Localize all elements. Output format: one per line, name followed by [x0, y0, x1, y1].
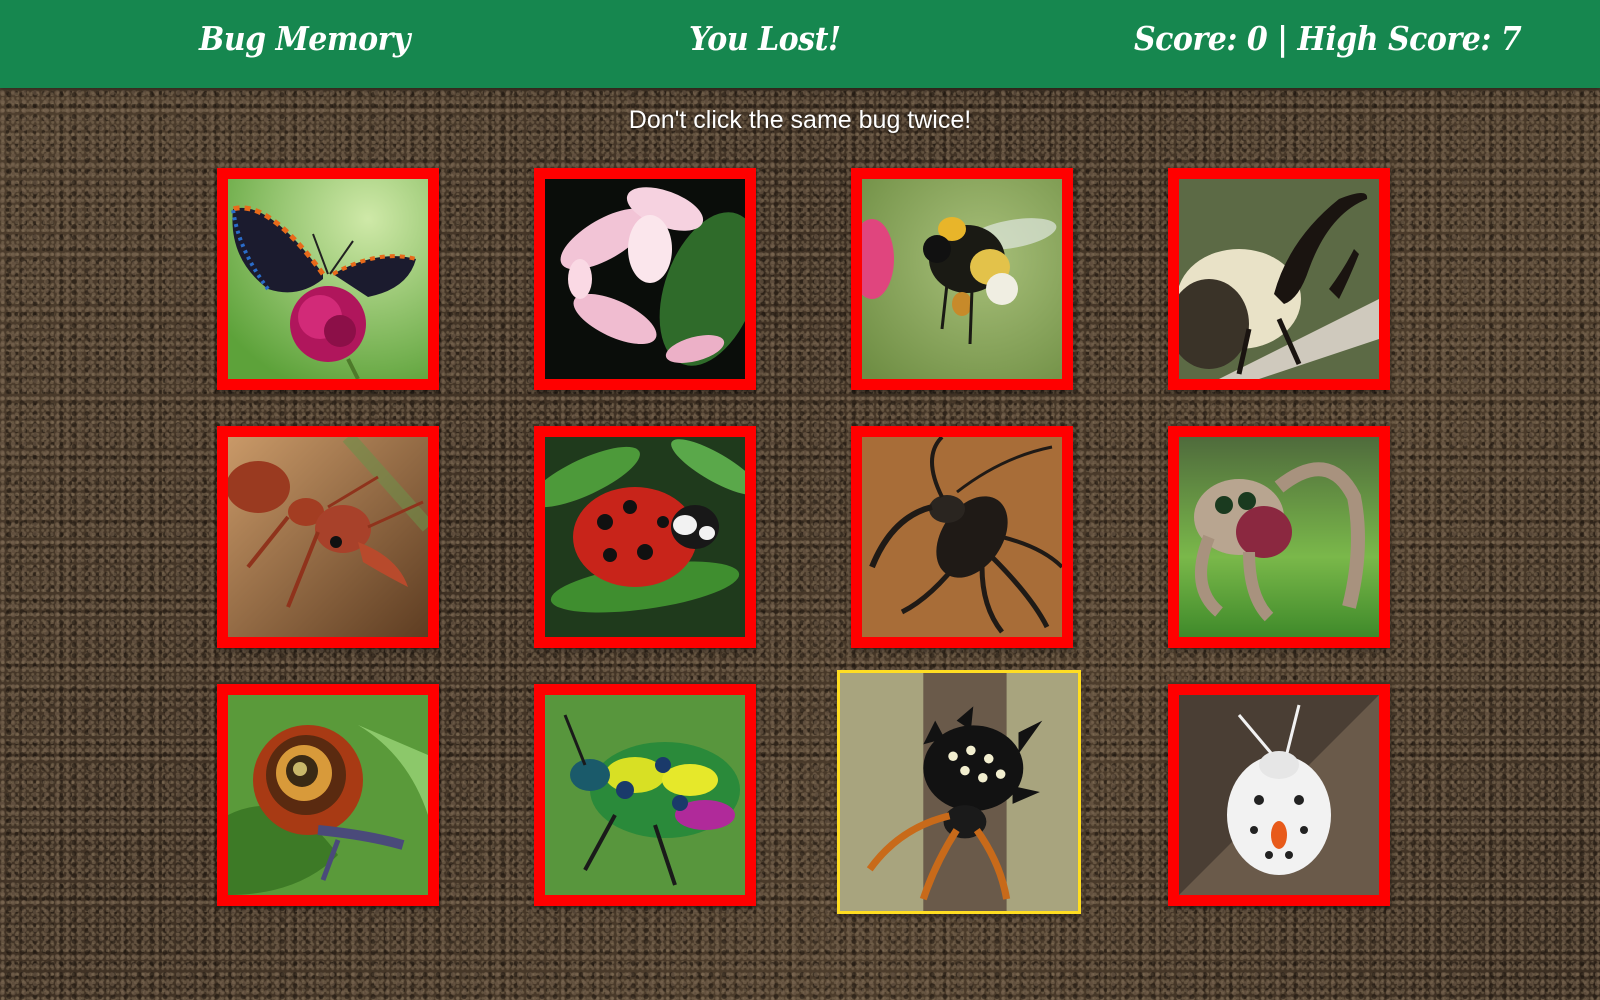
- bug-card-bumblebee[interactable]: [851, 168, 1073, 390]
- jewel-beetle-image: [545, 695, 745, 895]
- bug-card-jewel-beetle[interactable]: [534, 684, 756, 906]
- white-stink-bug-image: [1179, 695, 1379, 895]
- fire-ant-image: [228, 437, 428, 637]
- bug-card-jumping-spider[interactable]: [1168, 426, 1390, 648]
- bug-card-ladybug[interactable]: [534, 426, 756, 648]
- bug-card-white-stink-bug[interactable]: [1168, 684, 1390, 906]
- bug-card-butterfly[interactable]: [217, 168, 439, 390]
- game-title: Bug Memory: [199, 20, 410, 59]
- score-display: Score: 0 | High Score: 7: [1134, 20, 1522, 59]
- bug-card-orchid-mantis[interactable]: [534, 168, 756, 390]
- instructions-text: Don't click the same bug twice!: [628, 106, 972, 134]
- bug-card-whip-scorpion[interactable]: [851, 426, 1073, 648]
- bug-card-fire-ant[interactable]: [217, 426, 439, 648]
- whip-scorpion-image: [862, 437, 1062, 637]
- snail-image: [228, 695, 428, 895]
- bug-card-spiny-orb-weaver[interactable]: [837, 670, 1081, 914]
- bug-card-snail[interactable]: [217, 684, 439, 906]
- jumping-spider-image: [1179, 437, 1379, 637]
- rhinoceros-beetle-image: [1179, 179, 1379, 379]
- game-header: Bug Memory You Lost! Score: 0 | High Sco…: [0, 0, 1600, 88]
- game-status: You Lost!: [689, 20, 841, 59]
- orchid-mantis-image: [545, 179, 745, 379]
- butterfly-image: [228, 179, 428, 379]
- bumblebee-image: [862, 179, 1062, 379]
- bug-card-rhinoceros-beetle[interactable]: [1168, 168, 1390, 390]
- spiny-orb-weaver-image: [840, 673, 1078, 911]
- ladybug-image: [545, 437, 745, 637]
